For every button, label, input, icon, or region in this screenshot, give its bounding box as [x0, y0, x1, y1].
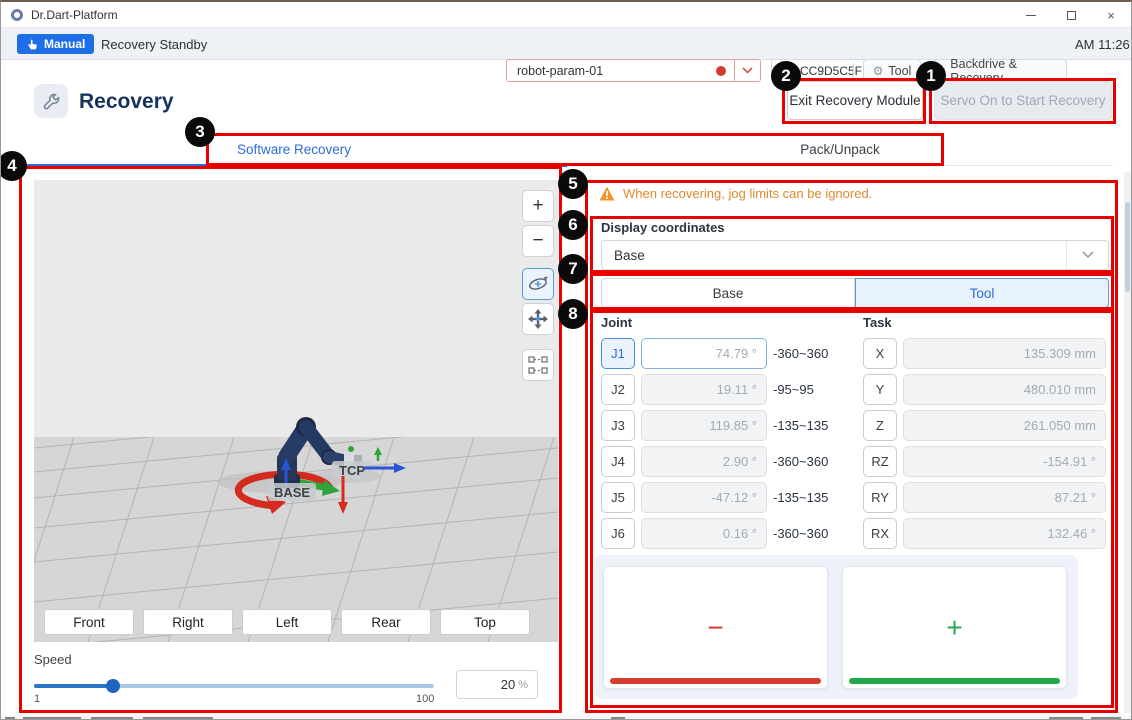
annotation-8: 8: [558, 299, 588, 329]
highlight-box-2: [782, 78, 926, 124]
close-button[interactable]: ×: [1091, 2, 1131, 28]
cutoff-caption-sliver: [1, 715, 1131, 720]
highlight-box-6: [590, 216, 1114, 273]
app-window: Dr.Dart-Platform × Manual Recovery Stand…: [0, 0, 1132, 720]
manual-mode-icon: [26, 38, 39, 51]
page-title: Recovery: [79, 90, 174, 114]
annotation-6: 6: [558, 210, 588, 240]
chevron-down-icon: [742, 67, 753, 74]
alert-dot-icon: [716, 66, 726, 76]
recovery-module-icon: [34, 84, 68, 118]
robot-status-text: Recovery Standby: [101, 37, 207, 52]
window-title: Dr.Dart-Platform: [31, 8, 118, 22]
highlight-box-8: [590, 310, 1114, 708]
top-toolbar: Manual Recovery Standby robot-param-01 !…: [1, 28, 1131, 60]
app-logo-icon: [11, 9, 23, 21]
annotation-3: 3: [185, 117, 215, 147]
highlight-box-4: [19, 166, 562, 713]
highlight-box-3: [206, 133, 944, 166]
highlight-box-7: [590, 273, 1114, 310]
annotation-2: 2: [771, 61, 801, 91]
wrench-icon: [43, 93, 60, 110]
panel-scrollbar[interactable]: [1124, 172, 1131, 713]
param-chevron[interactable]: [734, 60, 760, 81]
maximize-icon: [1067, 11, 1076, 20]
annotation-1: 1: [916, 61, 946, 91]
maximize-button[interactable]: [1051, 2, 1091, 28]
gear-icon: ⚙: [873, 64, 884, 78]
highlight-box-1: [929, 78, 1116, 124]
scrollbar-thumb[interactable]: [1125, 202, 1130, 292]
minimize-icon: [1026, 15, 1036, 16]
toolbar-divider: [853, 63, 854, 78]
title-bar: Dr.Dart-Platform ×: [1, 2, 1131, 28]
robot-param-select[interactable]: robot-param-01: [506, 59, 761, 82]
close-icon: ×: [1107, 8, 1115, 23]
annotation-5: 5: [558, 169, 588, 199]
minimize-button[interactable]: [1011, 2, 1051, 28]
clock-text: AM 11:26: [1075, 37, 1130, 52]
robot-param-value: robot-param-01: [507, 64, 716, 78]
manual-mode-badge[interactable]: Manual: [17, 34, 94, 54]
annotation-7: 7: [558, 254, 588, 284]
